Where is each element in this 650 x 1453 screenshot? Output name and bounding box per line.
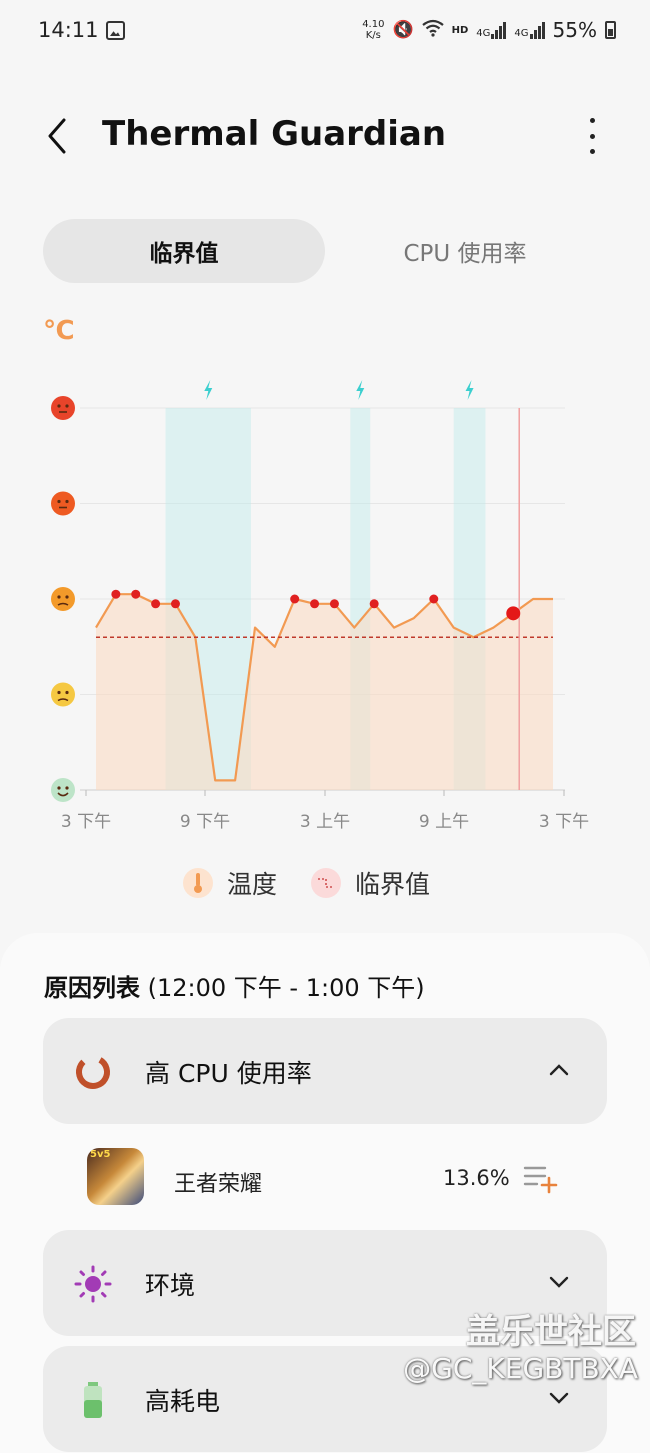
watermark-user: @GC_KEGBTBXA: [403, 1352, 638, 1385]
reason-environment-label: 环境: [145, 1271, 196, 1300]
signal-icon-1: 4G: [476, 21, 507, 39]
hd-voice-icon: HD: [451, 24, 469, 36]
chevron-left-icon: [48, 118, 66, 154]
chart-unit: ℃: [43, 316, 75, 346]
x-tick-label: 9 上午: [419, 812, 469, 832]
x-tick-label: 3 下午: [61, 812, 111, 832]
battery-icon: [605, 21, 616, 39]
temperature-point: [131, 589, 141, 599]
temperature-chart: 3 下午 9 下午 3 上午 9 上午 3 下午: [51, 380, 589, 832]
signal-icon-2: 4G: [514, 21, 545, 39]
wifi-icon: [421, 19, 444, 42]
reason-high-cpu-label: 高 CPU 使用率: [145, 1059, 312, 1088]
legend-critical: 临界值: [311, 865, 430, 901]
normal-face-icon: [51, 682, 75, 707]
legend-temperature-label: 温度: [227, 870, 278, 899]
app-icon-honor-of-kings: 5v5: [87, 1148, 144, 1205]
temperature-point: [310, 599, 320, 609]
chevron-up-icon: [549, 1064, 569, 1076]
reasons-title: 原因列表 (12:00 下午 - 1:00 下午): [44, 974, 425, 1002]
temperature-point: [151, 599, 161, 609]
x-tick-label: 9 下午: [180, 812, 230, 832]
temperature-point: [170, 599, 180, 609]
add-to-list-icon[interactable]: [523, 1164, 559, 1194]
temperature-point: [290, 594, 300, 604]
hot-face-icon: [51, 491, 75, 516]
legend-critical-label: 临界值: [355, 870, 431, 899]
battery-percent: 55%: [552, 18, 597, 42]
status-time: 14:11: [38, 18, 99, 42]
status-bar: 14:11 4.10 K/s 🔇 HD 4G 4G 55%: [0, 0, 650, 64]
watermark-community: 盖乐世社区: [466, 1312, 636, 1352]
temperature-point: [429, 594, 439, 604]
status-icons: 4.10 K/s 🔇 HD 4G 4G 55%: [362, 18, 616, 42]
warm-face-icon: [51, 587, 75, 611]
temperature-point: [369, 599, 379, 609]
gallery-notification-icon: [106, 21, 125, 40]
charging-bolt-icon: [465, 380, 474, 400]
more-options-button[interactable]: [580, 118, 604, 154]
app-name: 王者荣耀: [174, 1172, 263, 1197]
cool-face-icon: [51, 778, 75, 802]
threshold-step-icon: [311, 868, 341, 898]
tab-critical-value[interactable]: 临界值: [43, 219, 325, 283]
app-cpu-percent: 13.6%: [443, 1166, 510, 1190]
chevron-down-icon: [549, 1392, 569, 1404]
reason-high-power-label: 高耗电: [145, 1387, 221, 1416]
charging-bolt-icon: [204, 380, 213, 400]
x-tick-label: 3 下午: [539, 812, 589, 832]
legend-temperature: 温度: [183, 865, 277, 901]
cpu-ring-icon: [76, 1055, 110, 1089]
temperature-point: [111, 589, 121, 599]
x-tick-label: 3 上午: [300, 812, 350, 832]
reason-high-cpu[interactable]: 高 CPU 使用率: [43, 1018, 607, 1124]
battery-icon: [84, 1382, 102, 1418]
page-title: Thermal Guardian: [102, 114, 447, 154]
app-list-item[interactable]: 5v5 王者荣耀 13.6%: [43, 1128, 607, 1228]
mute-icon: 🔇: [392, 20, 414, 40]
current-temperature-point: [506, 606, 521, 621]
temperature-point: [329, 599, 339, 609]
thermometer-icon: [183, 868, 213, 898]
network-speed: 4.10 K/s: [362, 19, 385, 41]
back-button[interactable]: [42, 116, 72, 156]
chevron-down-icon: [549, 1276, 569, 1288]
tab-cpu-usage[interactable]: CPU 使用率: [324, 219, 606, 283]
sun-icon: [74, 1265, 112, 1303]
charging-bolt-icon: [356, 380, 365, 400]
very-hot-face-icon: [51, 396, 75, 420]
